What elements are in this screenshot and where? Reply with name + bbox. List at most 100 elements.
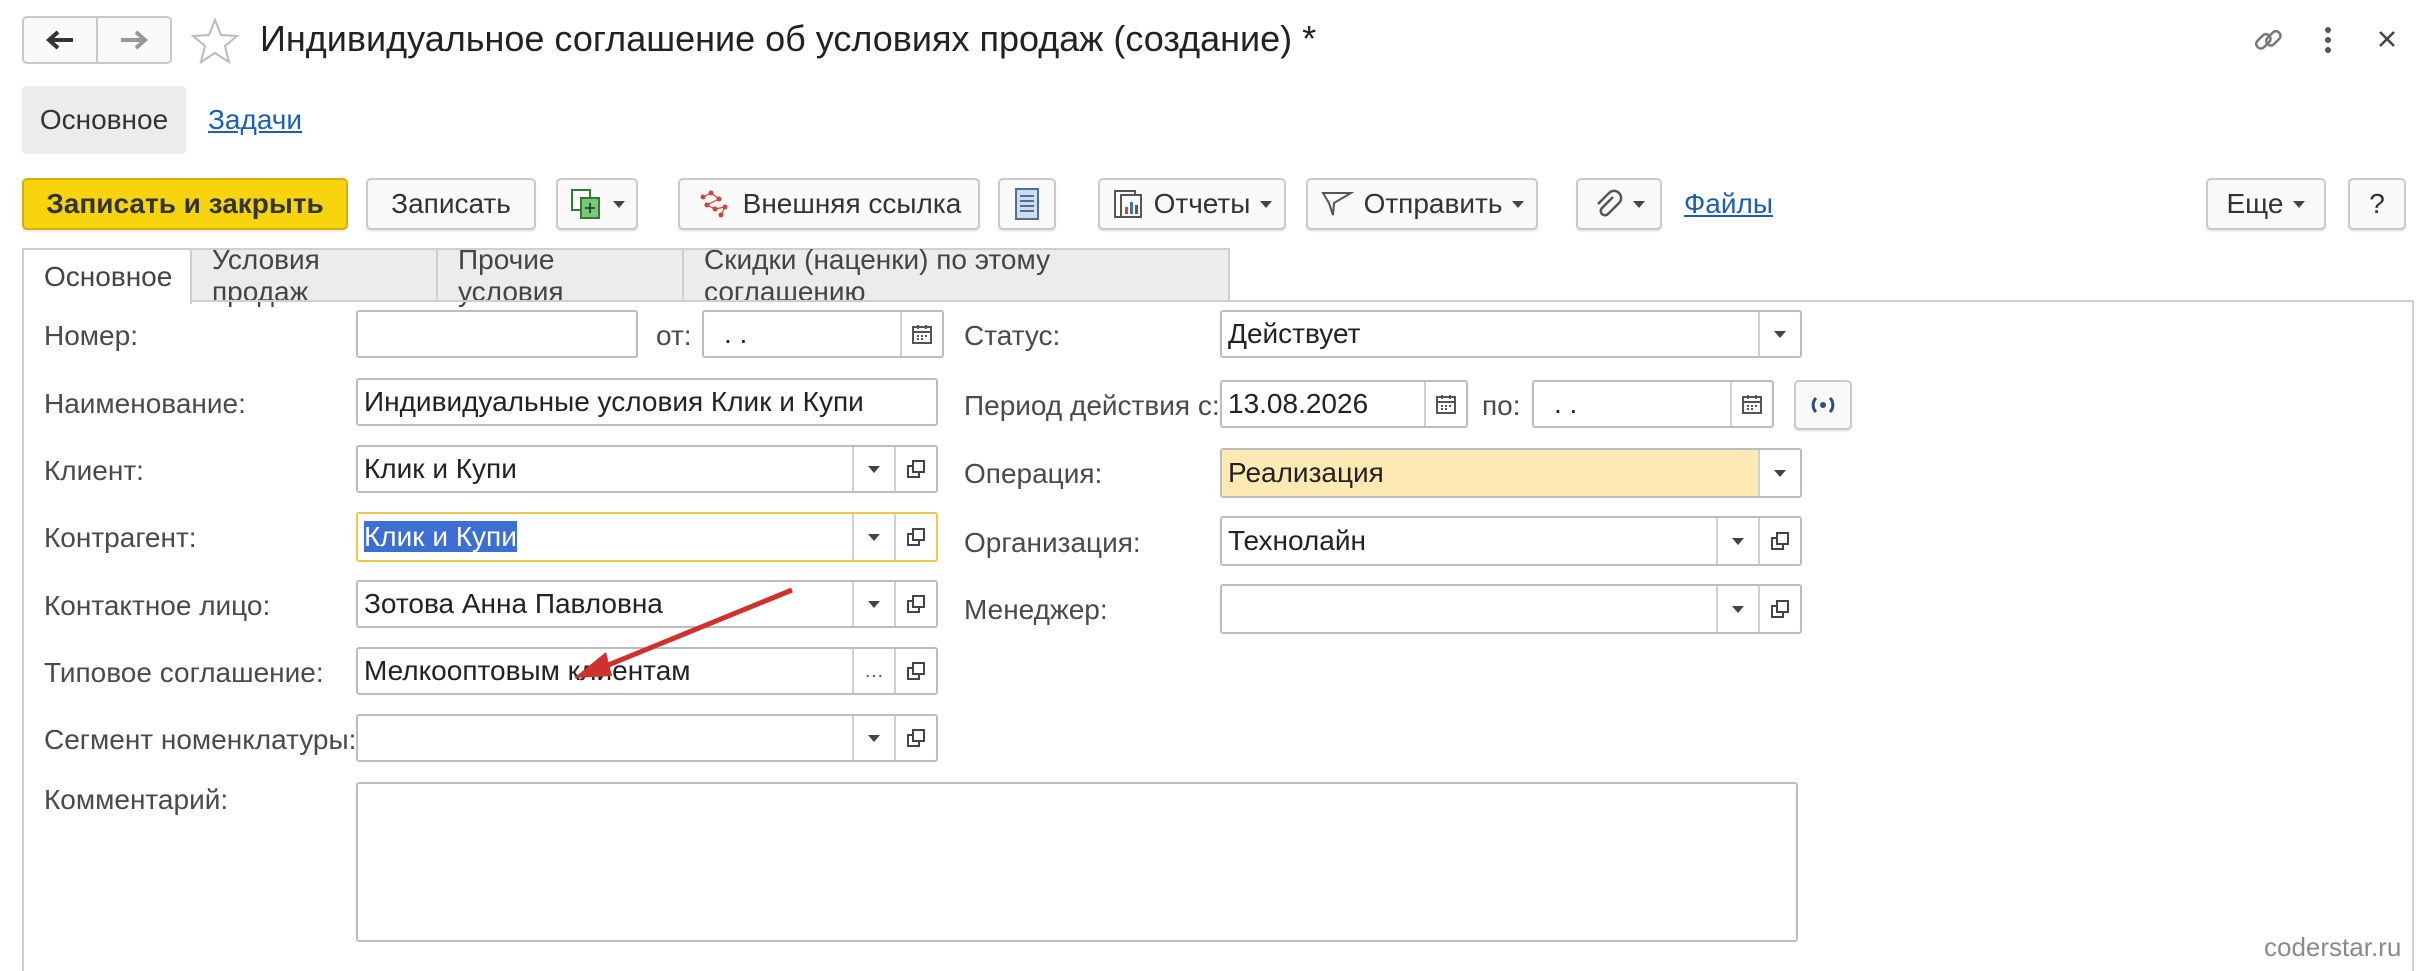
calendar-icon[interactable] <box>1730 382 1772 426</box>
arrow-right-icon <box>121 30 149 50</box>
chevron-down-icon <box>1512 200 1525 208</box>
reports-button[interactable]: Отчеты <box>1098 178 1286 230</box>
number-input[interactable] <box>356 310 638 358</box>
period-to-label: по: <box>1482 390 1521 421</box>
back-button[interactable] <box>24 18 98 62</box>
ellipsis-icon[interactable]: … <box>852 649 894 693</box>
open-icon[interactable] <box>894 582 936 626</box>
status-label: Статус: <box>964 320 1061 351</box>
save-button[interactable]: Записать <box>366 178 536 230</box>
back-forward-group <box>22 16 172 64</box>
from-date-input[interactable]: . . <box>702 310 944 358</box>
save-close-button[interactable]: Записать и закрыть <box>22 178 348 230</box>
period-from-value: 13.08.2026 <box>1228 388 1369 419</box>
chevron-down-icon[interactable] <box>852 514 894 560</box>
send-icon <box>1320 192 1354 216</box>
chevron-down-icon[interactable] <box>1758 312 1800 356</box>
counterparty-select[interactable]: Клик и Купи <box>356 512 938 562</box>
from-date-value: . . <box>724 318 748 349</box>
period-picker-icon <box>1811 396 1835 414</box>
tab-other-terms[interactable]: Прочие условия <box>436 244 684 307</box>
tab-main[interactable]: Основное <box>22 248 192 304</box>
send-label: Отправить <box>1363 188 1503 219</box>
document-list-icon <box>1015 188 1039 220</box>
link-icon[interactable] <box>2250 22 2286 58</box>
reports-icon <box>1113 190 1142 218</box>
calendar-icon[interactable] <box>1424 382 1466 426</box>
organization-value: Технолайн <box>1228 525 1366 556</box>
period-from-input[interactable]: 13.08.2026 <box>1220 380 1468 428</box>
save-label: Записать <box>391 188 511 219</box>
create-based-on-button[interactable] <box>556 178 638 230</box>
name-input[interactable]: Индивидуальные условия Клик и Купи <box>356 378 938 426</box>
period-label: Период действия с: <box>964 390 1220 421</box>
document-list-button[interactable] <box>998 178 1056 230</box>
more-label: Еще <box>2226 188 2284 219</box>
help-button[interactable]: ? <box>2348 178 2406 230</box>
operation-value: Реализация <box>1228 457 1384 488</box>
close-icon[interactable] <box>2372 24 2402 54</box>
period-to-input[interactable]: . . <box>1532 380 1774 428</box>
status-value: Действует <box>1228 318 1361 349</box>
more-vertical-icon[interactable] <box>2318 22 2338 58</box>
nav-main-label: Основное <box>39 104 169 135</box>
files-link[interactable]: Файлы <box>1684 188 1773 220</box>
paperclip-icon <box>1597 189 1623 217</box>
nav-tasks-link[interactable]: Задачи <box>208 104 302 136</box>
operation-select[interactable]: Реализация <box>1220 448 1802 498</box>
name-value: Индивидуальные условия Клик и Купи <box>364 386 864 417</box>
reports-label: Отчеты <box>1153 188 1251 219</box>
chevron-down-icon[interactable] <box>852 447 894 491</box>
nav-main[interactable]: Основное <box>22 86 186 154</box>
chevron-down-icon[interactable] <box>1716 518 1758 564</box>
forward-button[interactable] <box>98 18 170 62</box>
arrow-left-icon <box>45 30 73 50</box>
save-close-label: Записать и закрыть <box>46 188 324 219</box>
comment-label: Комментарий: <box>44 784 229 815</box>
chevron-down-icon <box>1633 200 1645 208</box>
help-label: ? <box>2369 188 2385 219</box>
open-icon[interactable] <box>1758 586 1800 632</box>
open-icon[interactable] <box>1758 518 1800 564</box>
status-select[interactable]: Действует <box>1220 310 1802 358</box>
external-link-label: Внешняя ссылка <box>742 188 962 219</box>
favorite-star-icon[interactable] <box>190 16 240 66</box>
name-label: Наименование: <box>44 388 246 419</box>
client-label: Клиент: <box>44 455 144 486</box>
chevron-down-icon <box>613 200 625 208</box>
open-icon[interactable] <box>894 649 936 693</box>
tab-sales-terms-label: Условия продаж <box>212 244 320 307</box>
watermark: coderstar.ru <box>2264 932 2402 962</box>
organization-label: Организация: <box>964 527 1141 558</box>
more-button[interactable]: Еще <box>2206 178 2326 230</box>
segment-select[interactable] <box>356 714 938 762</box>
send-button[interactable]: Отправить <box>1306 178 1538 230</box>
comment-textarea[interactable] <box>356 782 1798 942</box>
tab-discounts[interactable]: Скидки (наценки) по этому соглашению <box>682 244 1230 307</box>
open-icon[interactable] <box>894 447 936 491</box>
annotation-arrow <box>574 587 793 678</box>
open-icon[interactable] <box>894 514 936 560</box>
chevron-down-icon <box>1260 200 1273 208</box>
open-icon[interactable] <box>894 716 936 760</box>
attach-button[interactable] <box>1576 178 1662 230</box>
external-link-button[interactable]: Внешняя ссылка <box>678 178 980 230</box>
manager-select[interactable] <box>1220 584 1802 634</box>
segment-label: Сегмент номенклатуры: <box>44 724 357 755</box>
chevron-down-icon[interactable] <box>1758 450 1800 496</box>
from-label: от: <box>656 320 692 351</box>
tab-sales-terms[interactable]: Условия продаж <box>190 244 438 307</box>
external-link-icon <box>700 190 728 218</box>
contact-label: Контактное лицо: <box>44 590 271 621</box>
calendar-icon[interactable] <box>900 312 942 356</box>
period-picker-button[interactable] <box>1794 380 1852 430</box>
standard-agreement-label: Типовое соглашение: <box>44 657 324 688</box>
period-to-value: . . <box>1554 388 1578 419</box>
chevron-down-icon[interactable] <box>1716 586 1758 632</box>
chevron-down-icon[interactable] <box>852 582 894 626</box>
organization-select[interactable]: Технолайн <box>1220 516 1802 566</box>
client-value: Клик и Купи <box>364 453 517 484</box>
client-select[interactable]: Клик и Купи <box>356 445 938 493</box>
chevron-down-icon[interactable] <box>852 716 894 760</box>
chevron-down-icon <box>2293 200 2306 208</box>
